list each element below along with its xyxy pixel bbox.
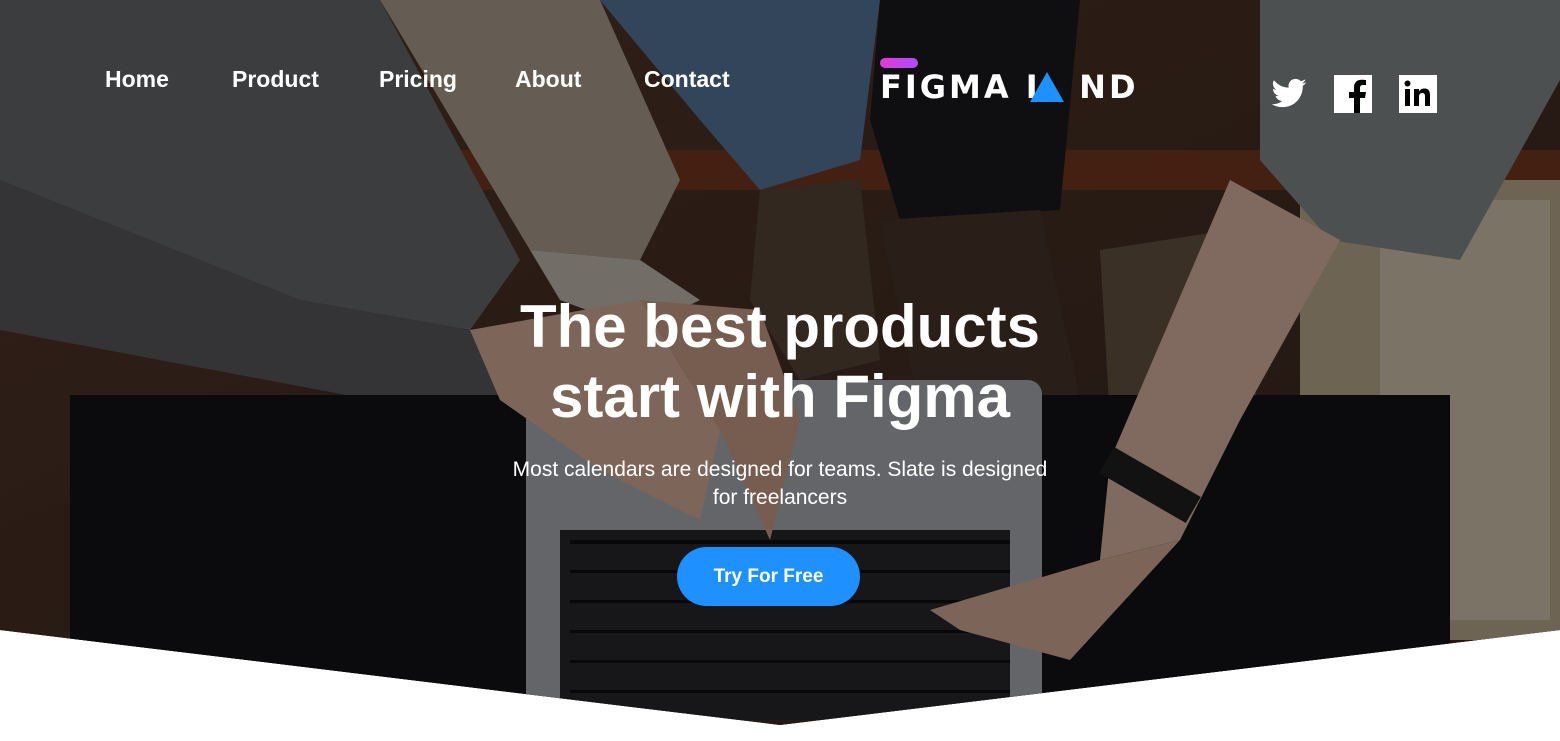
facebook-icon[interactable] [1334,75,1372,113]
nav-pricing[interactable]: Pricing [379,66,457,93]
logo-text-left: FIGMA L [880,68,1050,106]
twitter-icon[interactable] [1270,75,1308,113]
logo-wordmark: FIGMA L ND [880,68,1139,106]
nav-product[interactable]: Product [232,66,319,93]
logo-accent-bar [880,58,918,68]
nav-contact[interactable]: Contact [644,66,730,93]
nav-home[interactable]: Home [105,66,169,93]
hero-headline-line1: The best products [519,293,1041,360]
logo-triangle-icon [1030,72,1064,102]
logo[interactable]: FIGMA L ND [880,56,1135,106]
logo-text-right: ND [1079,68,1139,106]
hero-subtitle-line2: for freelancers [712,486,848,509]
nav-about[interactable]: About [515,66,581,93]
hero-headline: The best products start with Figma [0,292,1560,432]
hero-subtitle-line1: Most calendars are designed for teams. S… [512,458,1048,481]
linkedin-icon[interactable] [1399,75,1437,113]
hero-headline-line2: start with Figma [549,363,1011,430]
hero-subtitle: Most calendars are designed for teams. S… [0,456,1560,512]
try-for-free-button[interactable]: Try For Free [677,547,860,606]
